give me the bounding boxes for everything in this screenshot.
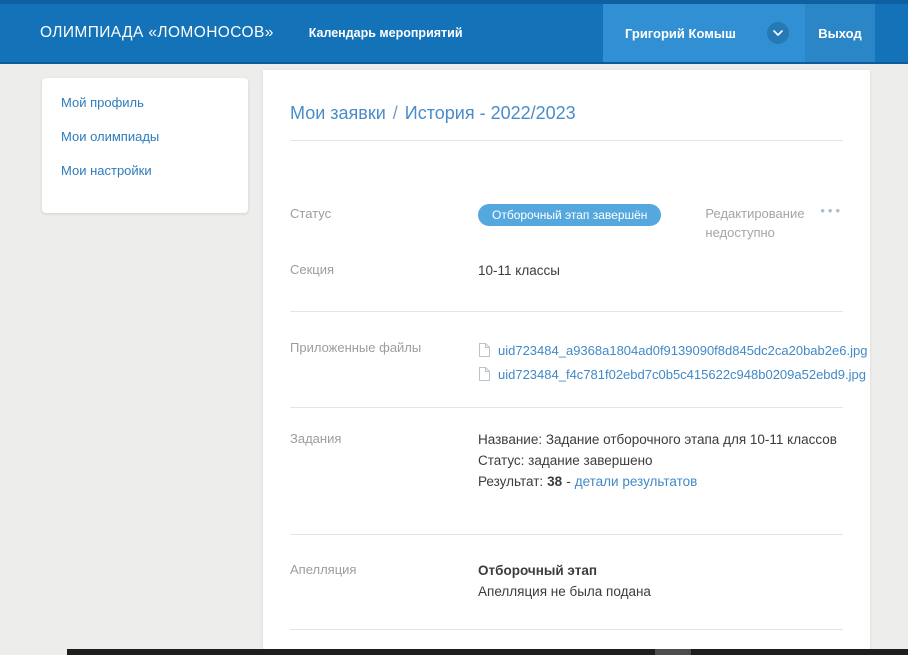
status-row: Статус Отборочный этап завершён Редактир… bbox=[290, 204, 843, 242]
appeal-stage-name: Отборочный этап bbox=[478, 560, 651, 581]
breadcrumb-separator: / bbox=[393, 103, 398, 123]
section-row: Секция 10-11 классы bbox=[290, 260, 843, 281]
appeal-qualifying-row: Апелляция Отборочный этап Апелляция не б… bbox=[290, 560, 843, 602]
section-value: 10-11 классы bbox=[478, 260, 560, 281]
logout-button[interactable]: Выход bbox=[805, 4, 875, 62]
user-menu[interactable]: Григорий Комыш bbox=[603, 4, 805, 62]
top-navbar: ОЛИМПИАДА «ЛОМОНОСОВ» Календарь мероприя… bbox=[0, 0, 908, 64]
user-name: Григорий Комыш bbox=[625, 26, 736, 41]
sidebar: Мой профиль Мои олимпиады Мои настройки bbox=[42, 78, 248, 213]
appeal-status: Апелляция не была подана bbox=[478, 581, 651, 602]
divider bbox=[290, 629, 843, 630]
file-icon bbox=[478, 367, 490, 381]
sidebar-item-profile[interactable]: Мой профиль bbox=[61, 95, 248, 110]
status-label: Статус bbox=[290, 204, 478, 221]
files-label: Приложенные файлы bbox=[290, 338, 478, 355]
divider bbox=[290, 140, 843, 141]
calendar-link[interactable]: Календарь мероприятий bbox=[309, 26, 463, 40]
breadcrumb: Мои заявки / История - 2022/2023 bbox=[290, 70, 843, 124]
chevron-down-icon[interactable] bbox=[767, 22, 789, 44]
task-result-separator: - bbox=[566, 474, 571, 489]
attached-file-link[interactable]: uid723484_a9368a1804ad0f9139090f8d845dc2… bbox=[498, 340, 867, 361]
files-list: uid723484_a9368a1804ad0f9139090f8d845dc2… bbox=[478, 338, 867, 386]
task-status: Статус: задание завершено bbox=[478, 450, 837, 471]
section-label: Секция bbox=[290, 260, 478, 277]
more-menu-icon[interactable]: ••• bbox=[820, 204, 843, 218]
sidebar-item-settings[interactable]: Мои настройки bbox=[61, 163, 248, 178]
editing-unavailable-note: Редактирование недоступно bbox=[705, 204, 820, 242]
appeal-label: Апелляция bbox=[290, 560, 478, 577]
status-badge: Отборочный этап завершён bbox=[478, 204, 661, 226]
file-icon bbox=[478, 343, 490, 357]
brand-title[interactable]: ОЛИМПИАДА «ЛОМОНОСОВ» bbox=[40, 24, 274, 42]
result-details-link[interactable]: детали результатов bbox=[575, 474, 698, 489]
files-row: Приложенные файлы uid723484_a9368a1804ad… bbox=[290, 338, 843, 386]
page: ОЛИМПИАДА «ЛОМОНОСОВ» Календарь мероприя… bbox=[0, 0, 908, 655]
breadcrumb-my-applications-link[interactable]: Мои заявки bbox=[290, 103, 386, 123]
bottom-edge-bar bbox=[67, 649, 908, 655]
divider bbox=[290, 407, 843, 408]
task-result-prefix: Результат: bbox=[478, 474, 543, 489]
divider bbox=[290, 311, 843, 312]
file-item: uid723484_f4c781f02ebd7c0b5c415622c948b0… bbox=[478, 362, 867, 386]
application-card: Мои заявки / История - 2022/2023 Статус От… bbox=[263, 70, 870, 655]
page-title: История - 2022/2023 bbox=[405, 103, 576, 123]
navbar-right: Григорий Комыш Выход bbox=[603, 4, 875, 62]
file-item: uid723484_a9368a1804ad0f9139090f8d845dc2… bbox=[478, 338, 867, 362]
tasks-label: Задания bbox=[290, 429, 478, 446]
status-badge-wrap: Отборочный этап завершён bbox=[478, 204, 661, 226]
divider bbox=[290, 534, 843, 535]
tasks-row: Задания Название: Задание отборочного эт… bbox=[290, 429, 843, 492]
task-name: Название: Задание отборочного этапа для … bbox=[478, 429, 837, 450]
task-result-value: 38 bbox=[547, 474, 562, 489]
attached-file-link[interactable]: uid723484_f4c781f02ebd7c0b5c415622c948b0… bbox=[498, 364, 866, 385]
appeal-qualifying-details: Отборочный этап Апелляция не была подана bbox=[478, 560, 651, 602]
sidebar-item-olympiads[interactable]: Мои олимпиады bbox=[61, 129, 248, 144]
task-result-line: Результат: 38-детали результатов bbox=[478, 471, 837, 492]
bottom-edge-bar-segment bbox=[655, 649, 691, 655]
tasks-details: Название: Задание отборочного этапа для … bbox=[478, 429, 837, 492]
